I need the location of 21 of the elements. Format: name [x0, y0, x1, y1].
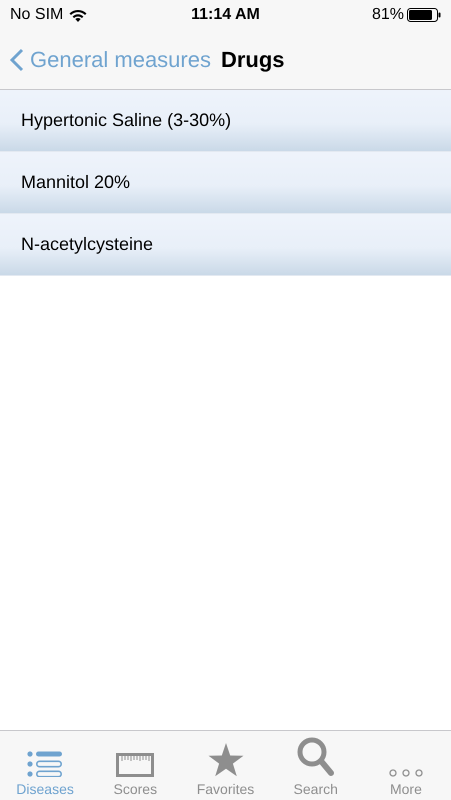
more-icon — [388, 769, 423, 777]
screen-title: Drugs — [220, 46, 285, 72]
list-item[interactable]: N-acetylcysteine — [0, 214, 451, 276]
back-button[interactable]: General measures — [10, 46, 211, 72]
ruler-icon — [116, 753, 154, 777]
chevron-left-icon — [10, 48, 24, 72]
tab-button[interactable]: Favorites — [180, 731, 271, 800]
list-icon — [27, 751, 64, 777]
tab-button[interactable]: Scores — [90, 731, 180, 800]
list-item[interactable]: Hypertonic Saline (3-30%) — [0, 90, 451, 152]
tab-button[interactable]: Search — [270, 731, 361, 800]
wifi-icon — [69, 8, 88, 22]
search-icon — [296, 737, 335, 777]
clock: 11:14 AM — [191, 6, 260, 24]
tab-button[interactable]: Diseases — [0, 731, 90, 800]
tab-button[interactable]: More — [360, 731, 451, 800]
battery-percent: 81% — [372, 6, 404, 24]
carrier-label: No SIM — [10, 6, 64, 24]
list-item[interactable]: Mannitol 20% — [0, 152, 451, 214]
star-icon — [208, 743, 244, 777]
battery-icon — [407, 8, 441, 22]
